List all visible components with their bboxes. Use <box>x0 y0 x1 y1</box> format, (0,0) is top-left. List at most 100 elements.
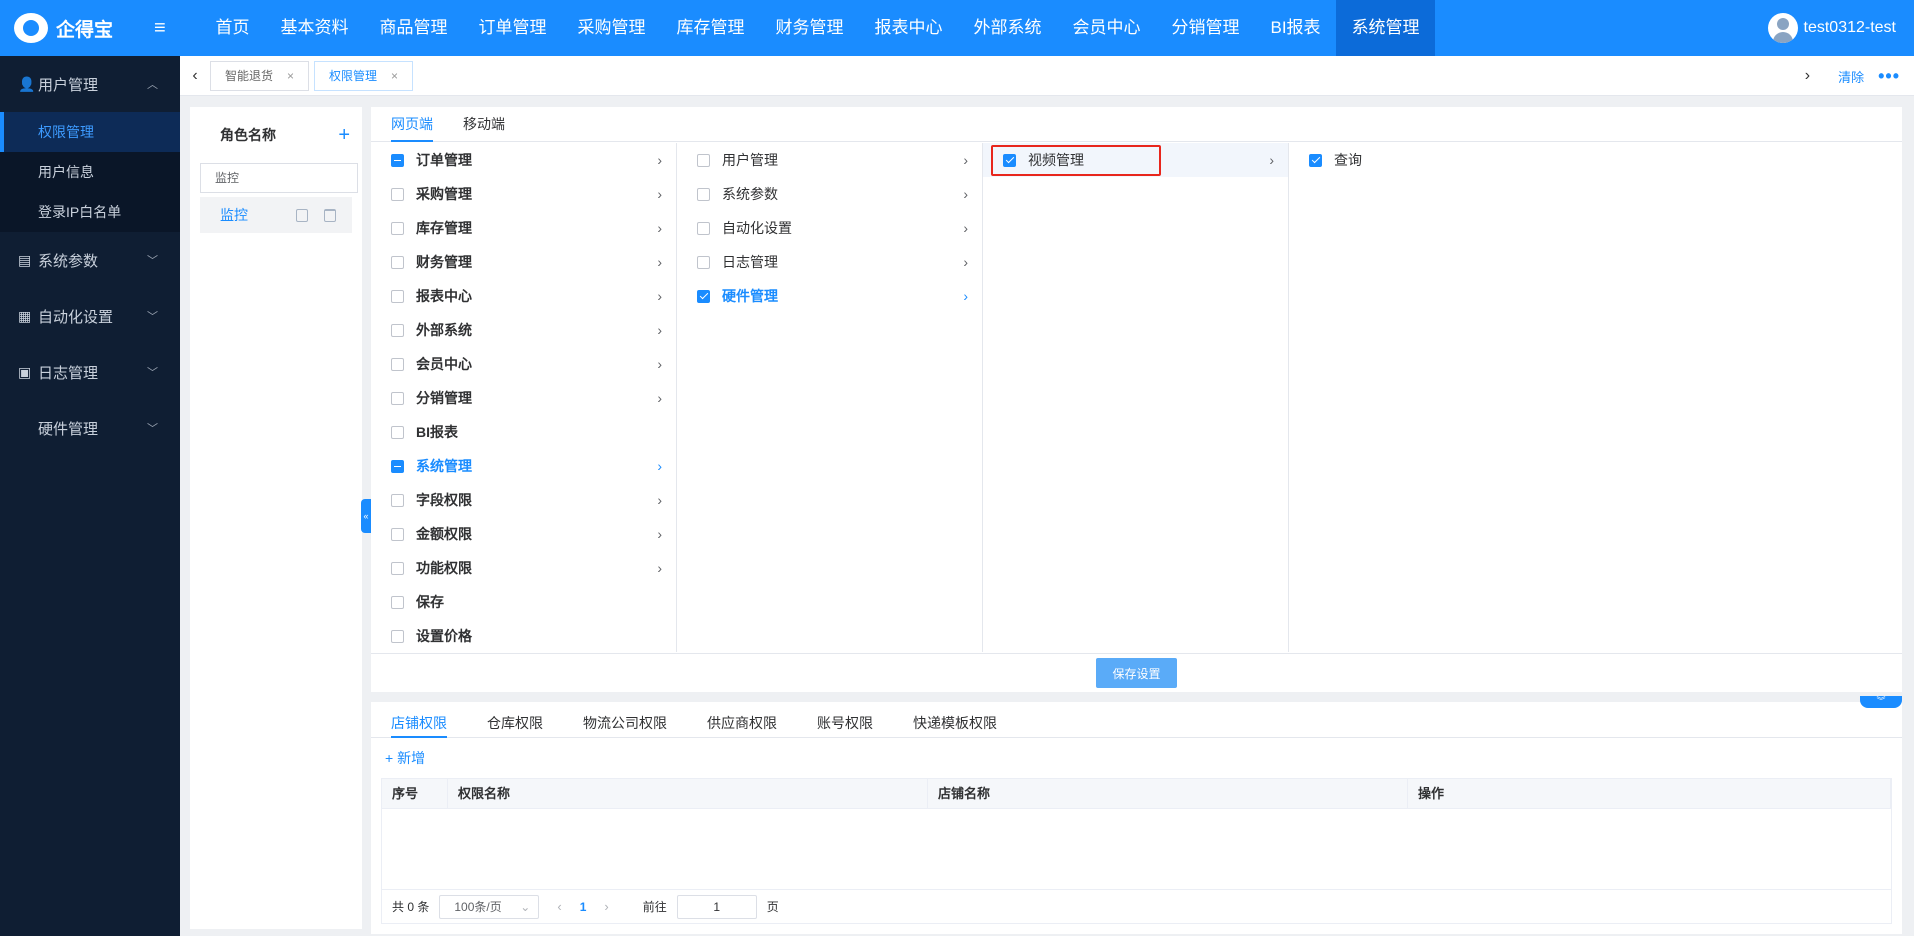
user-name[interactable]: test0312-test <box>1804 19 1897 37</box>
nav-inventory[interactable]: 库存管理 <box>661 0 760 56</box>
tab-scope[interactable]: 供应商权限 <box>707 702 777 738</box>
checkbox[interactable] <box>391 493 404 507</box>
save-settings-button[interactable]: 保存设置 <box>1096 658 1177 688</box>
tab-platform[interactable]: 移动端 <box>463 107 505 142</box>
clear-tabs-button[interactable]: 清除 <box>1838 67 1864 86</box>
permission-item[interactable]: 分销管理 › <box>371 381 676 415</box>
tab-scope[interactable]: 快递模板权限 <box>913 702 997 738</box>
sidebar-group[interactable]: ▣ 日志管理 ﹀ <box>0 344 180 400</box>
checkbox[interactable] <box>391 425 404 439</box>
copy-icon[interactable] <box>296 209 308 222</box>
checkbox[interactable] <box>391 221 404 235</box>
permission-item[interactable]: 保存 <box>371 585 676 619</box>
permission-item[interactable]: 订单管理 › <box>371 143 676 177</box>
goto-page-input[interactable]: 1 <box>676 894 757 919</box>
close-icon[interactable]: × <box>391 62 398 90</box>
checkbox[interactable] <box>391 187 404 201</box>
checkbox[interactable] <box>1309 153 1322 167</box>
permission-item[interactable]: 日志管理 › <box>677 245 982 279</box>
nav-home[interactable]: 首页 <box>200 0 265 56</box>
permission-item[interactable]: 视频管理 › <box>983 143 1288 177</box>
checkbox[interactable] <box>391 595 404 609</box>
permission-item[interactable]: BI报表 <box>371 415 676 449</box>
nav-system[interactable]: 系统管理 <box>1336 0 1436 56</box>
checkbox[interactable] <box>697 153 710 167</box>
nav-order[interactable]: 订单管理 <box>463 0 562 56</box>
checkbox[interactable] <box>391 153 404 167</box>
tab-scope[interactable]: 物流公司权限 <box>583 702 667 738</box>
checkbox[interactable] <box>391 255 404 269</box>
nav-product[interactable]: 商品管理 <box>364 0 463 56</box>
permission-item[interactable]: 采购管理 › <box>371 177 676 211</box>
permission-item[interactable]: 金额权限 › <box>371 517 676 551</box>
sidebar-group[interactable]: 👤 用户管理 ︿ <box>0 56 180 112</box>
nav-purchase[interactable]: 采购管理 <box>562 0 661 56</box>
permission-item[interactable]: 会员中心 › <box>371 347 676 381</box>
page-number[interactable]: 1 <box>580 900 587 914</box>
permission-item[interactable]: 外部系统 › <box>371 313 676 347</box>
permission-item[interactable]: 功能权限 › <box>371 551 676 585</box>
permission-item[interactable]: 自动化设置 › <box>677 211 982 245</box>
role-item[interactable]: 监控 <box>200 197 352 233</box>
close-icon[interactable]: × <box>287 62 294 90</box>
tab-platform[interactable]: 网页端 <box>391 107 433 142</box>
add-role-icon[interactable]: + <box>338 124 350 147</box>
delete-icon[interactable] <box>324 209 336 222</box>
sidebar-group[interactable]: 硬件管理 ﹀ <box>0 400 180 456</box>
avatar[interactable] <box>1767 13 1798 43</box>
user-menu[interactable]: test0312-test <box>1767 0 1897 56</box>
permission-item[interactable]: 设置价格 <box>371 619 676 652</box>
checkbox[interactable] <box>391 289 404 303</box>
checkbox[interactable] <box>697 221 710 235</box>
permission-item[interactable]: 系统参数 › <box>677 177 982 211</box>
nav-bi[interactable]: BI报表 <box>1255 0 1336 56</box>
checkbox[interactable] <box>697 255 710 269</box>
checkbox[interactable] <box>391 459 404 473</box>
checkbox[interactable] <box>1003 153 1016 167</box>
checkbox[interactable] <box>391 357 404 371</box>
nav-member[interactable]: 会员中心 <box>1057 0 1156 56</box>
tab-scope[interactable]: 账号权限 <box>817 702 873 738</box>
nav-distribution[interactable]: 分销管理 <box>1156 0 1255 56</box>
checkbox[interactable] <box>697 187 710 201</box>
page-size-select[interactable]: 100条/页 ⌄ <box>439 894 540 919</box>
permission-item[interactable]: 硬件管理 › <box>677 279 982 313</box>
sidebar-item[interactable]: 权限管理 <box>0 112 180 152</box>
more-icon[interactable]: ••• <box>1878 66 1900 87</box>
permission-item[interactable]: 字段权限 › <box>371 483 676 517</box>
checkbox[interactable] <box>391 391 404 405</box>
expand-panel-icon[interactable]: ︾ <box>1860 696 1902 708</box>
checkbox[interactable] <box>391 323 404 337</box>
prev-page-icon[interactable]: ‹ <box>549 899 569 914</box>
checkbox[interactable] <box>391 527 404 541</box>
permission-item[interactable]: 报表中心 › <box>371 279 676 313</box>
brand-logo[interactable]: 企得宝 <box>0 0 180 56</box>
permission-item[interactable]: 查询 <box>1289 143 1902 177</box>
sidebar-group[interactable]: ▤ 系统参数 ﹀ <box>0 232 180 288</box>
tabs-scroll-left-icon[interactable]: ‹ <box>180 67 210 85</box>
next-page-icon[interactable]: › <box>596 899 616 914</box>
add-button[interactable]: + 新增 <box>371 738 1902 778</box>
checkbox[interactable] <box>391 629 404 643</box>
checkbox[interactable] <box>391 561 404 575</box>
role-search-input[interactable]: 监控 <box>200 163 358 193</box>
page-tab[interactable]: 权限管理 × <box>314 60 414 91</box>
sidebar-group[interactable]: ▦ 自动化设置 ﹀ <box>0 288 180 344</box>
nav-finance[interactable]: 财务管理 <box>760 0 859 56</box>
collapse-panel-icon[interactable]: « <box>361 499 371 533</box>
sidebar-item[interactable]: 登录IP白名单 <box>0 192 180 232</box>
tabs-scroll-right-icon[interactable]: › <box>1805 67 1810 85</box>
tab-scope[interactable]: 店铺权限 <box>391 702 447 738</box>
permission-item[interactable]: 用户管理 › <box>677 143 982 177</box>
nav-external[interactable]: 外部系统 <box>958 0 1057 56</box>
permission-item[interactable]: 库存管理 › <box>371 211 676 245</box>
sidebar-item[interactable]: 用户信息 <box>0 152 180 192</box>
permission-item[interactable]: 系统管理 › <box>371 449 676 483</box>
nav-basic-data[interactable]: 基本资料 <box>265 0 364 56</box>
permission-item[interactable]: 财务管理 › <box>371 245 676 279</box>
menu-toggle-icon[interactable]: ≡ <box>154 17 174 40</box>
page-tab[interactable]: 智能退货 × <box>210 60 310 91</box>
tab-scope[interactable]: 仓库权限 <box>487 702 543 738</box>
nav-report[interactable]: 报表中心 <box>859 0 958 56</box>
checkbox[interactable] <box>697 289 710 303</box>
